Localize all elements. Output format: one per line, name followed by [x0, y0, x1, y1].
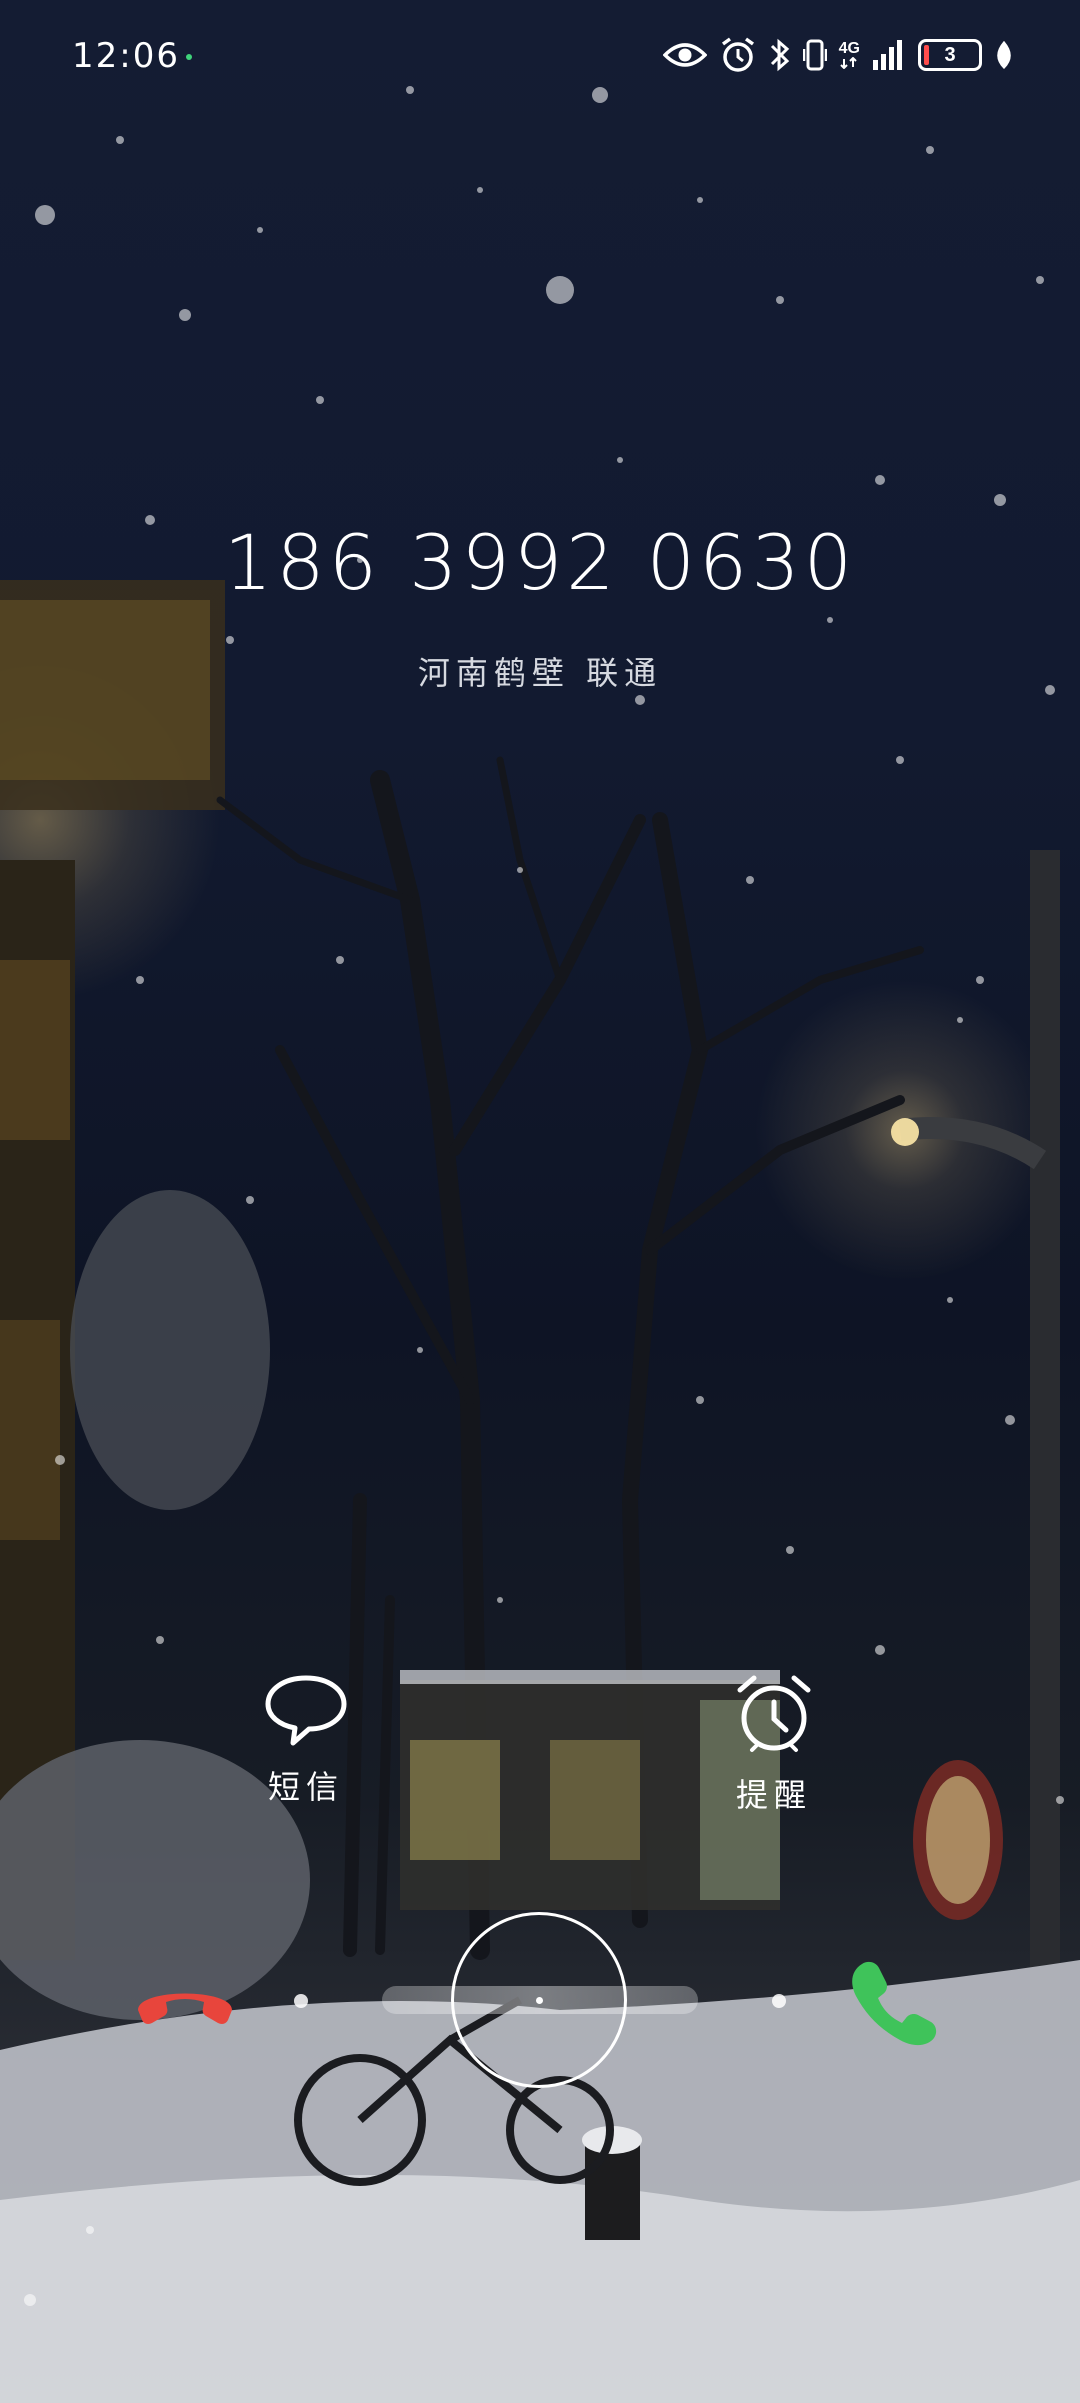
answer-slider[interactable]	[0, 1900, 1080, 2100]
message-label: 短信	[267, 1768, 344, 1806]
alarm-icon	[719, 36, 757, 74]
caller-number: 186 3992 0630	[223, 518, 857, 607]
phone-hangup-icon[interactable]	[130, 1970, 240, 2030]
status-icons: 4G 3	[662, 34, 1014, 76]
remind-me-button[interactable]: 提醒	[704, 1672, 844, 1832]
status-bar: 12:06 4G 3	[0, 0, 1080, 110]
alarm-clock-icon	[732, 1672, 816, 1760]
battery-level: 3	[944, 43, 956, 66]
network-type: 4G	[839, 41, 860, 69]
battery-icon: 3	[918, 39, 982, 71]
notification-dot	[186, 54, 192, 60]
leaf-icon	[994, 40, 1014, 70]
remind-label: 提醒	[735, 1776, 812, 1814]
signal-icon	[872, 38, 906, 72]
message-reply-button[interactable]: 短信	[236, 1672, 376, 1832]
hint-dot-right	[772, 1994, 786, 2008]
status-time: 12:06	[72, 36, 180, 76]
hint-dot-left	[294, 1994, 308, 2008]
battery-fill	[924, 45, 929, 65]
message-bubble-icon	[263, 1672, 349, 1752]
caller-location: 河南鹤壁 联通	[417, 654, 663, 692]
eye-comfort-icon	[662, 39, 707, 71]
slider-handle[interactable]	[451, 1912, 627, 2088]
vibrate-icon	[802, 37, 827, 73]
bluetooth-icon	[769, 37, 791, 73]
incoming-call-screen: 12:06 4G 3 186 3992 0630 河南鹤壁 联通 短信 提醒	[0, 0, 1080, 2403]
handle-dot	[536, 1997, 543, 2004]
network-label: 4G	[838, 40, 860, 57]
phone-answer-icon[interactable]	[848, 1956, 938, 2046]
